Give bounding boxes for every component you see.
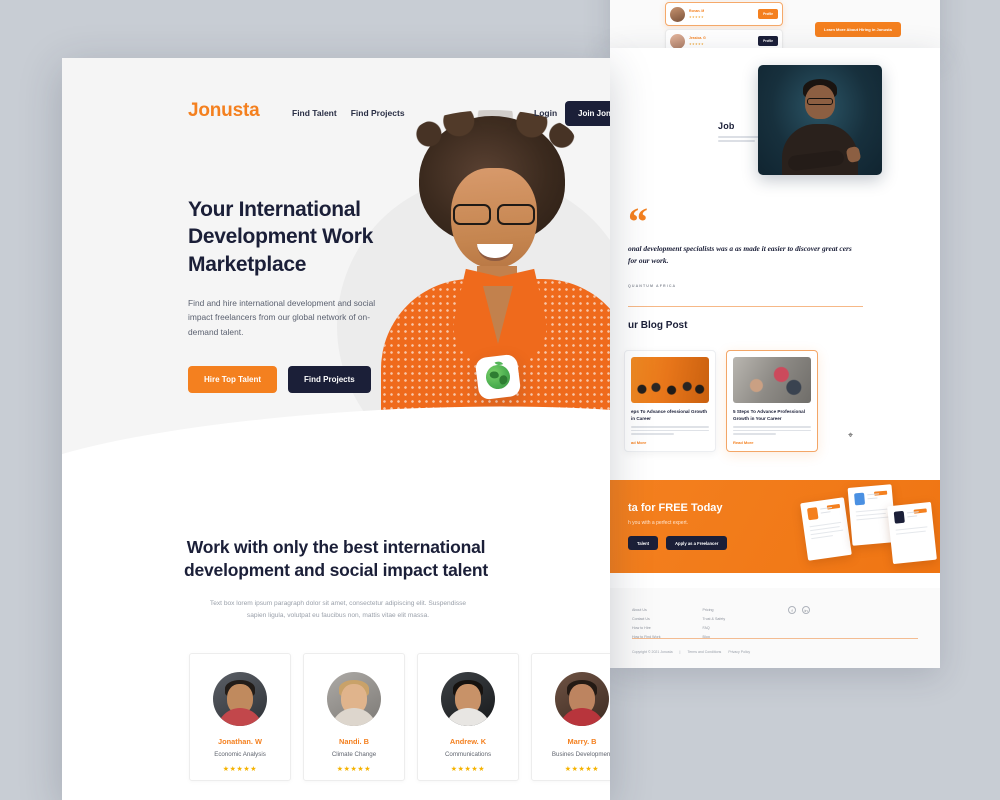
avatar	[555, 672, 609, 726]
section-heading: Work with only the best international de…	[184, 537, 488, 581]
footer-link[interactable]: Contact Us	[632, 615, 661, 624]
read-more-link[interactable]: Read More	[733, 440, 811, 445]
footer-link[interactable]: About Us	[632, 606, 661, 615]
talent-name: Andrew. K	[449, 737, 487, 746]
cta-title: ta for FREE Today	[628, 502, 723, 514]
talent-card[interactable]: Jonathan. W Economic Analysis ★★★★★	[189, 653, 291, 781]
blog-card-excerpt	[631, 426, 709, 435]
rating-stars: ★★★★★	[222, 766, 258, 773]
hire-talent-button[interactable]: Talent	[628, 536, 659, 550]
learn-more-button[interactable]: Learn More About Hiring in Jonusta	[815, 22, 901, 37]
find-projects-button[interactable]: Find Projects	[288, 366, 371, 393]
main-landing-page-panel: Jonusta Find Talent Find Projects Login …	[62, 58, 610, 800]
rating-stars: ★★★★★	[450, 766, 486, 773]
talent-card[interactable]: Nandi. B Climate Change ★★★★★	[303, 653, 405, 781]
right-panel-footer: About Us Contact Us How to Hire How to F…	[610, 588, 940, 668]
background-mock-panel-right: Job “ onal development specialists was a…	[610, 48, 940, 668]
talent-role: Busines Development	[551, 751, 610, 758]
profile-button[interactable]: Profile	[758, 36, 778, 46]
talent-card[interactable]: Marry. B Busines Development ★★★★★	[531, 653, 610, 781]
divider	[628, 306, 863, 308]
screenshot-stage: Sonia. M ★★★★★ Profile Ronan. M ★★★★★ Pr…	[0, 0, 1000, 800]
rating-stars: ★★★★★	[689, 14, 704, 19]
rating-stars: ★★★★★	[336, 766, 372, 773]
talent-name: Nandi. B	[339, 737, 369, 746]
avatar	[670, 6, 685, 22]
talent-card[interactable]: Andrew. K Communications ★★★★★	[417, 653, 519, 781]
talent-list-row[interactable]: Ronan. M ★★★★★ Profile	[665, 2, 783, 26]
blog-thumbnail	[631, 357, 709, 403]
background-mock-panel-top: Sonia. M ★★★★★ Profile Ronan. M ★★★★★ Pr…	[610, 0, 940, 55]
talent-role: Climate Change	[331, 751, 377, 758]
avatar	[327, 672, 381, 726]
login-link[interactable]: Login	[534, 108, 557, 118]
talent-role: Communications	[444, 751, 492, 758]
talent-name: Marry. B	[567, 737, 597, 746]
quote-author: QUANTUM AFRICA	[628, 284, 677, 288]
linkedin-icon[interactable]: in	[802, 606, 810, 614]
separator: |	[679, 650, 681, 654]
mouse-cursor-icon: ⌖	[848, 430, 854, 440]
footer-link[interactable]: FAQ	[703, 624, 726, 633]
avatar	[213, 672, 267, 726]
blog-card[interactable]: 5 Steps To Advance Professional Growth i…	[726, 350, 818, 452]
green-globe-icon	[474, 353, 522, 401]
apply-freelancer-button[interactable]: Apply as a Freelancer	[666, 536, 728, 550]
blog-card-title: eps To Advance ofessional Growth in Care…	[631, 409, 708, 422]
footer-column-company: About Us Contact Us How to Hire How to F…	[632, 606, 661, 642]
testimonial-quote-section: “ onal development specialists was a as …	[610, 198, 940, 308]
quote-text: onal development specialists was a as ma…	[628, 244, 852, 265]
join-jonusta-button[interactable]: Join Jonusta	[565, 101, 610, 126]
cta-illustration	[800, 484, 937, 571]
talent-card-grid: Jonathan. W Economic Analysis ★★★★★ Nand…	[189, 653, 610, 781]
blog-card-excerpt	[733, 426, 811, 435]
read-more-link[interactable]: ad More	[631, 440, 709, 445]
navbar: Jonusta Find Talent Find Projects Login …	[62, 100, 610, 134]
blog-section-title: ur Blog Post	[628, 320, 688, 331]
copyright-text: Copyright © 2021 Jonusta	[632, 650, 673, 654]
footer-link[interactable]: Pricing	[703, 606, 726, 615]
rating-stars: ★★★★★	[564, 766, 600, 773]
cta-subtitle: h you with a perfect expert.	[628, 520, 689, 526]
quote-mark-icon: “	[628, 199, 648, 244]
blog-card-title: 5 Steps To Advance Professional Growth i…	[733, 409, 805, 422]
footer-link[interactable]: Trust & Safety	[703, 615, 726, 624]
blog-thumbnail	[733, 357, 811, 403]
logo[interactable]: Jonusta	[188, 100, 260, 122]
nav-link-find-talent[interactable]: Find Talent	[292, 108, 337, 118]
hero-subtitle: Find and hire international development …	[188, 298, 376, 337]
right-hero-section: Job	[610, 48, 940, 193]
testimonial-portrait	[758, 65, 882, 175]
footer-divider	[632, 638, 918, 640]
avatar	[670, 33, 685, 49]
privacy-link[interactable]: Privacy Policy	[728, 650, 750, 654]
footer-link[interactable]: How to Hire	[632, 624, 661, 633]
profile-button[interactable]: Profile	[758, 9, 778, 19]
facebook-icon[interactable]: f	[788, 606, 796, 614]
glasses-icon	[451, 204, 537, 225]
talent-name: Jonathan. W	[218, 737, 262, 746]
section-paragraph: Text box lorem ipsum paragraph dolor sit…	[209, 600, 467, 619]
rating-stars: ★★★★★	[689, 41, 704, 46]
right-hero-title: Job	[718, 121, 735, 131]
hire-top-talent-button[interactable]: Hire Top Talent	[188, 366, 278, 393]
footer-column-resources: Pricing Trust & Safety FAQ Blog	[703, 606, 726, 642]
terms-link[interactable]: Terms and Conditions	[687, 650, 721, 654]
hero-title: Your International Development Work Mark…	[188, 198, 374, 276]
avatar	[441, 672, 495, 726]
blog-card[interactable]: eps To Advance ofessional Growth in Care…	[624, 350, 716, 452]
nav-link-find-projects[interactable]: Find Projects	[351, 108, 405, 118]
signup-cta-banner: ta for FREE Today h you with a perfect e…	[610, 480, 940, 573]
talent-role: Economic Analysis	[214, 751, 266, 758]
